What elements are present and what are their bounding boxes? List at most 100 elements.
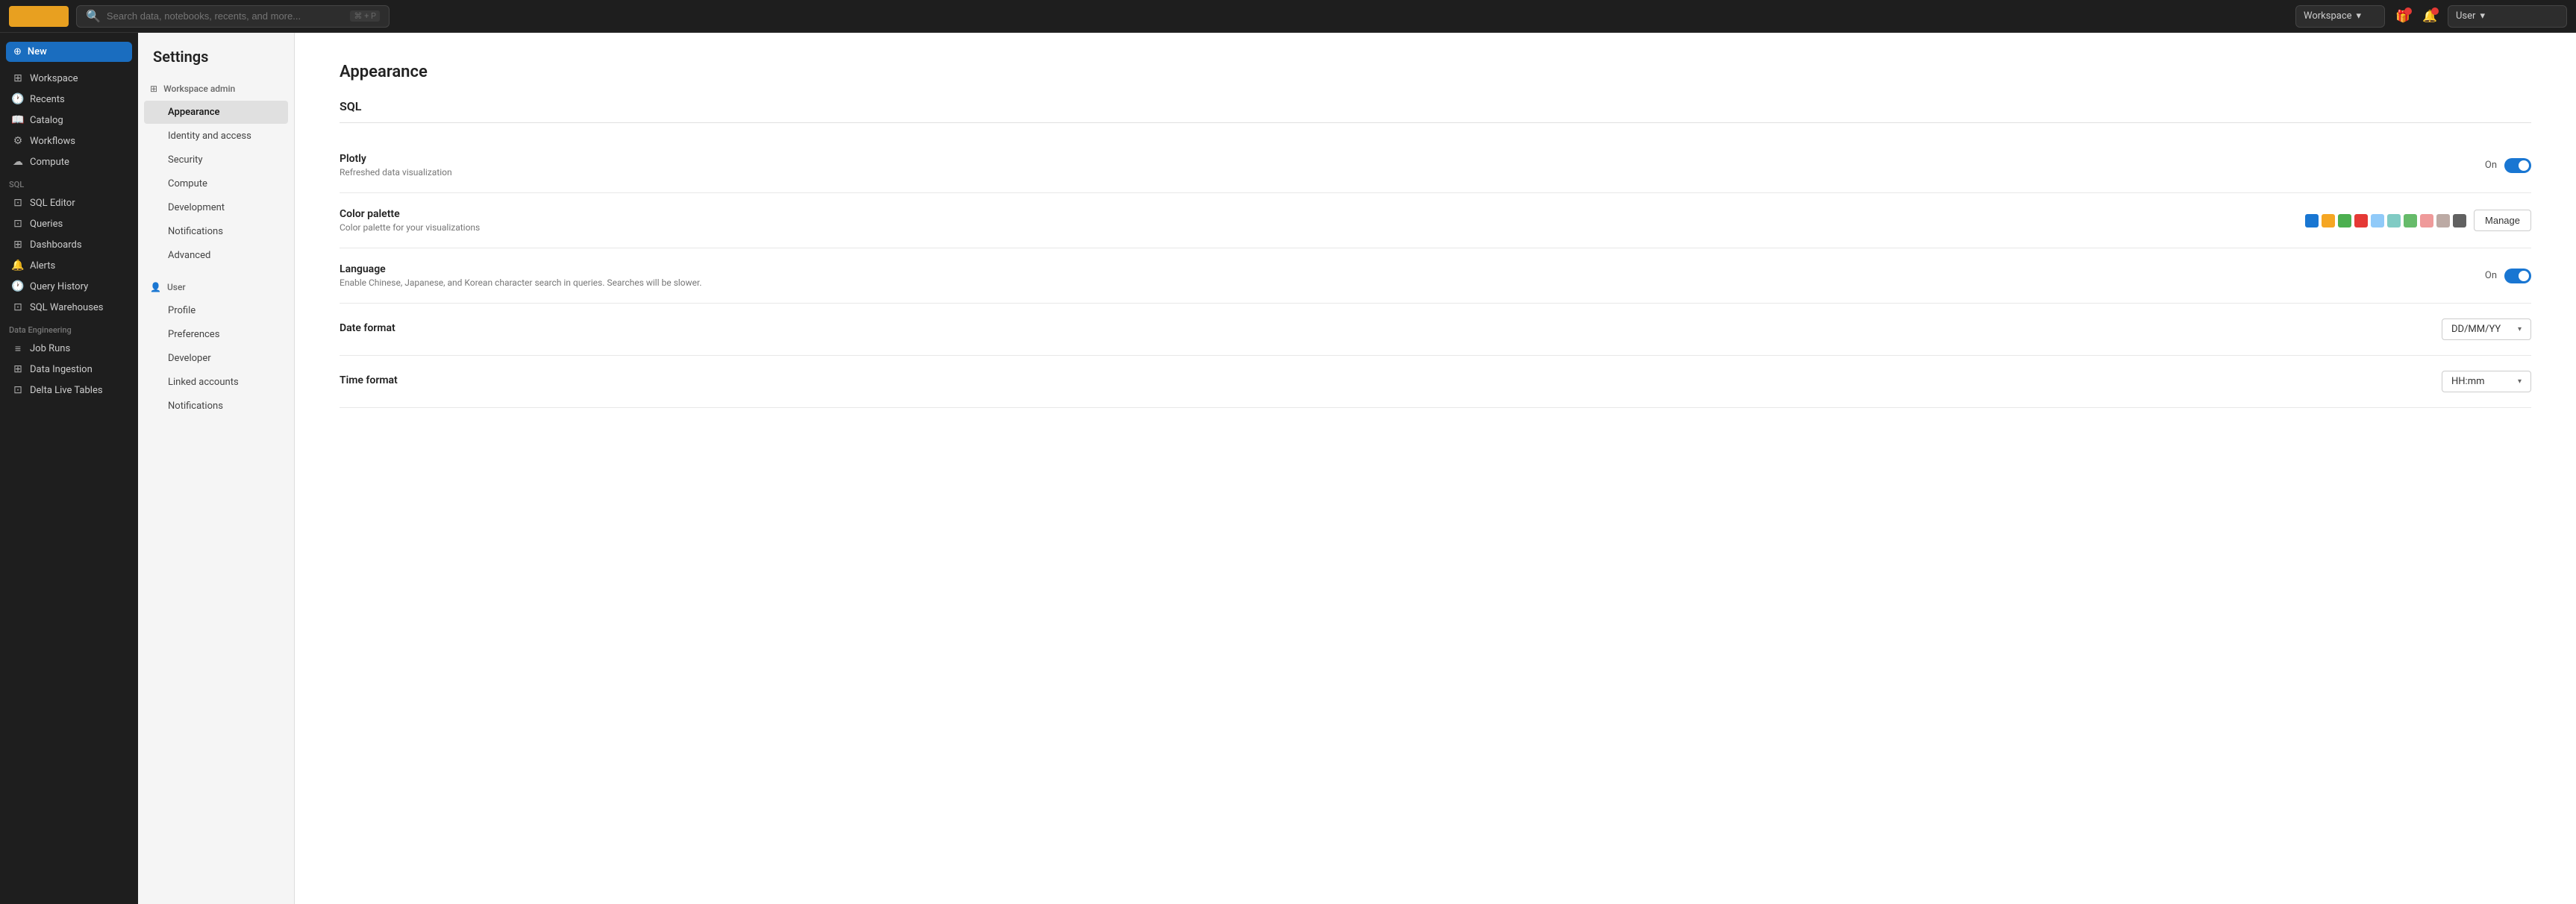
user-chevron-down-icon: ▾ bbox=[2480, 10, 2485, 22]
bell-badge bbox=[2431, 7, 2439, 15]
time-format-setting-row: Time format HH:mm ▾ bbox=[340, 356, 2531, 408]
plotly-control: On bbox=[2485, 158, 2531, 173]
sidebar-item-dashboards[interactable]: ⊞ Dashboards bbox=[3, 234, 135, 255]
recents-icon: 🕐 bbox=[12, 93, 24, 105]
time-format-control: HH:mm ▾ bbox=[2442, 371, 2531, 392]
main-layout: ⊕ New ⊞ Workspace 🕐 Recents 📖 Catalog ⚙ … bbox=[0, 33, 2576, 904]
time-format-value: HH:mm bbox=[2451, 376, 2485, 387]
sql-warehouses-icon: ⊡ bbox=[12, 301, 24, 313]
compute-icon: ☁ bbox=[12, 156, 24, 168]
color-swatch-6 bbox=[2387, 214, 2401, 227]
user-selector[interactable]: User ▾ bbox=[2448, 5, 2567, 28]
appearance-title: Appearance bbox=[340, 63, 2531, 81]
sidebar-item-workspace[interactable]: ⊞ Workspace bbox=[3, 68, 135, 89]
de-section-label: Data Engineering bbox=[0, 318, 138, 338]
sidebar-item-workflows-label: Workflows bbox=[30, 136, 75, 147]
settings-nav-preferences[interactable]: Preferences bbox=[144, 323, 288, 346]
color-swatch-9 bbox=[2436, 214, 2450, 227]
new-button-label: New bbox=[28, 46, 47, 57]
color-palette-setting-info: Color palette Color palette for your vis… bbox=[340, 208, 2305, 233]
settings-nav-appearance[interactable]: Appearance bbox=[144, 101, 288, 124]
settings-nav-linked-accounts[interactable]: Linked accounts bbox=[144, 371, 288, 394]
sidebar-item-data-ingestion[interactable]: ⊞ Data Ingestion bbox=[3, 359, 135, 380]
language-setting-row: Language Enable Chinese, Japanese, and K… bbox=[340, 248, 2531, 304]
plotly-desc: Refreshed data visualization bbox=[340, 167, 2485, 178]
settings-nav-developer[interactable]: Developer bbox=[144, 347, 288, 370]
date-format-dropdown[interactable]: DD/MM/YY ▾ bbox=[2442, 318, 2531, 340]
sidebar-item-workspace-label: Workspace bbox=[30, 73, 78, 84]
language-label: Language bbox=[340, 263, 2485, 275]
logo bbox=[9, 6, 69, 27]
time-format-chevron-icon: ▾ bbox=[2518, 377, 2522, 386]
plotly-toggle[interactable] bbox=[2504, 158, 2531, 173]
color-swatch-7 bbox=[2404, 214, 2417, 227]
workspace-admin-group: ⊞ Workspace admin bbox=[138, 78, 294, 100]
dashboards-icon: ⊞ bbox=[12, 239, 24, 251]
sidebar-item-queries[interactable]: ⊡ Queries bbox=[3, 213, 135, 234]
date-format-setting-info: Date format bbox=[340, 322, 2442, 336]
sidebar-item-sql-warehouses[interactable]: ⊡ SQL Warehouses bbox=[3, 297, 135, 318]
alerts-icon: 🔔 bbox=[12, 260, 24, 271]
language-toggle[interactable] bbox=[2504, 269, 2531, 283]
settings-nav-security[interactable]: Security bbox=[144, 148, 288, 172]
settings-sidebar: Settings ⊞ Workspace admin Appearance Id… bbox=[138, 33, 295, 904]
time-format-label: Time format bbox=[340, 374, 2442, 386]
color-swatch-2 bbox=[2322, 214, 2335, 227]
sql-section-title: SQL bbox=[340, 99, 2531, 123]
bell-icon[interactable]: 🔔 bbox=[2419, 6, 2440, 27]
main-content: Appearance SQL Plotly Refreshed data vis… bbox=[295, 33, 2576, 904]
language-setting-info: Language Enable Chinese, Japanese, and K… bbox=[340, 263, 2485, 288]
sidebar-item-recents[interactable]: 🕐 Recents bbox=[3, 89, 135, 110]
sidebar-item-alerts-label: Alerts bbox=[30, 260, 55, 271]
data-ingestion-icon: ⊞ bbox=[12, 363, 24, 375]
sidebar-item-job-runs[interactable]: ≡ Job Runs bbox=[3, 338, 135, 359]
topbar-right: Workspace ▾ 🎁 🔔 User ▾ bbox=[2295, 5, 2567, 28]
sidebar-item-sql-editor[interactable]: ⊡ SQL Editor bbox=[3, 192, 135, 213]
color-swatch-8 bbox=[2420, 214, 2433, 227]
delta-live-tables-icon: ⊡ bbox=[12, 384, 24, 396]
search-shortcut: ⌘ + P bbox=[350, 10, 380, 22]
color-swatch-10 bbox=[2453, 214, 2466, 227]
gift-icon[interactable]: 🎁 bbox=[2392, 6, 2413, 27]
settings-nav-notifications[interactable]: Notifications bbox=[144, 220, 288, 243]
settings-nav-advanced[interactable]: Advanced bbox=[144, 244, 288, 267]
sidebar-item-alerts[interactable]: 🔔 Alerts bbox=[3, 255, 135, 276]
settings-nav-compute[interactable]: Compute bbox=[144, 172, 288, 195]
workspace-selector[interactable]: Workspace ▾ bbox=[2295, 5, 2385, 28]
new-button[interactable]: ⊕ New bbox=[6, 42, 132, 62]
sidebar-item-dashboards-label: Dashboards bbox=[30, 239, 82, 251]
user-group: 👤 User bbox=[138, 276, 294, 298]
sidebar-item-delta-live-tables[interactable]: ⊡ Delta Live Tables bbox=[3, 380, 135, 401]
time-format-dropdown[interactable]: HH:mm ▾ bbox=[2442, 371, 2531, 392]
workspace-admin-label: Workspace admin bbox=[163, 84, 235, 94]
job-runs-icon: ≡ bbox=[12, 342, 24, 354]
settings-nav-user-notifications[interactable]: Notifications bbox=[144, 395, 288, 418]
sidebar-item-job-runs-label: Job Runs bbox=[30, 343, 70, 354]
settings-nav-development[interactable]: Development bbox=[144, 196, 288, 219]
sidebar-item-catalog[interactable]: 📖 Catalog bbox=[3, 110, 135, 131]
time-format-setting-info: Time format bbox=[340, 374, 2442, 389]
sidebar-item-data-ingestion-label: Data Ingestion bbox=[30, 364, 93, 375]
settings-nav-identity[interactable]: Identity and access bbox=[144, 125, 288, 148]
date-format-control: DD/MM/YY ▾ bbox=[2442, 318, 2531, 340]
sidebar-item-queries-label: Queries bbox=[30, 219, 63, 230]
sidebar-item-workflows[interactable]: ⚙ Workflows bbox=[3, 131, 135, 151]
user-icon: 👤 bbox=[150, 282, 161, 292]
search-input[interactable] bbox=[107, 10, 344, 22]
sql-editor-icon: ⊡ bbox=[12, 197, 24, 209]
sql-section-label: SQL bbox=[0, 172, 138, 192]
sidebar-item-compute[interactable]: ☁ Compute bbox=[3, 151, 135, 172]
color-palette-desc: Color palette for your visualizations bbox=[340, 222, 2305, 233]
plotly-setting-row: Plotly Refreshed data visualization On bbox=[340, 138, 2531, 193]
color-swatches bbox=[2305, 214, 2466, 227]
workspace-selector-label: Workspace bbox=[2304, 10, 2352, 22]
color-swatch-1 bbox=[2305, 214, 2319, 227]
language-toggle-label: On bbox=[2485, 270, 2497, 281]
settings-nav-profile[interactable]: Profile bbox=[144, 299, 288, 322]
manage-button[interactable]: Manage bbox=[2474, 210, 2531, 231]
color-palette-setting-row: Color palette Color palette for your vis… bbox=[340, 193, 2531, 248]
query-history-icon: 🕐 bbox=[12, 280, 24, 292]
sidebar-item-query-history[interactable]: 🕐 Query History bbox=[3, 276, 135, 297]
user-label: User bbox=[167, 282, 186, 292]
search-bar[interactable]: 🔍 ⌘ + P bbox=[76, 5, 390, 28]
